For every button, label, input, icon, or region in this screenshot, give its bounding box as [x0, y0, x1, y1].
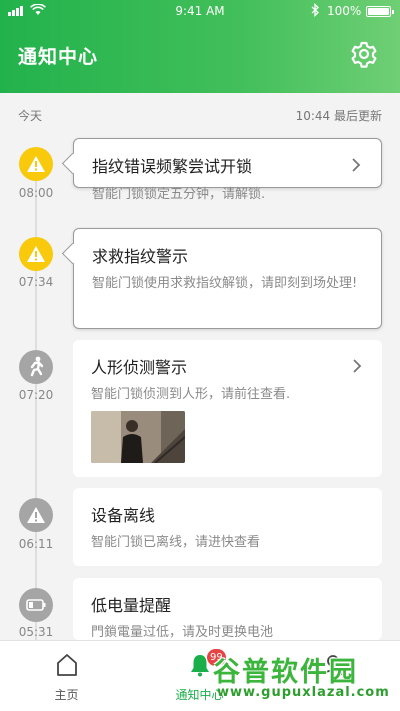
notification-time: 07:34 [18, 275, 54, 289]
warning-icon [19, 237, 53, 271]
notification-card[interactable]: 指纹错误频繁尝试开锁 智能门锁锁定五分钟，请解锁. [73, 138, 382, 202]
notification-desc: 智能门锁侦测到人形，请前往查看. [91, 387, 291, 402]
notification-title: 指纹错误频繁尝试开锁 [92, 157, 253, 176]
watermark-logo: 谷普软件园 [213, 657, 358, 688]
page-title: 通知中心 [18, 46, 99, 68]
watermark-url: www.gupuxlazal.com [217, 685, 390, 700]
gear-icon[interactable] [350, 40, 378, 68]
notification-desc: 智能门锁已离线，请进快查看 [91, 535, 261, 550]
warning-icon [19, 498, 53, 532]
battery-percent: 100% [327, 4, 362, 18]
section-label: 今天 [18, 109, 43, 123]
notification-card[interactable]: 求救指纹警示 智能门锁使用求救指纹解锁，请即刻到场处理! [73, 228, 382, 329]
notification-time: 05:31 [18, 625, 54, 639]
notification-card[interactable]: 低电量提醒 門鎖電量过低，请及时更换电池 [73, 578, 382, 640]
notification-time: 07:20 [18, 388, 54, 402]
notification-desc: 智能门锁使用求救指纹解锁，请即刻到场处理! [92, 276, 358, 291]
warning-icon [19, 147, 53, 181]
notification-card[interactable]: 设备离线 智能门锁已离线，请进快查看 [73, 488, 382, 566]
notification-title: 低电量提醒 [91, 596, 172, 615]
chevron-right-icon[interactable] [351, 157, 361, 173]
notification-card[interactable]: 人形侦测警示 智能门锁侦测到人形，请前往查看. [73, 340, 382, 477]
notification-title: 设备离线 [91, 506, 156, 525]
notification-title: 人形侦测警示 [91, 358, 188, 377]
tab-home[interactable]: 主页 [0, 641, 133, 711]
battery-low-icon [19, 588, 53, 622]
battery-icon [366, 6, 394, 17]
status-bar: 9:41 AM 100% [0, 0, 400, 22]
app-header: 9:41 AM 100% 通知中心 [0, 0, 400, 93]
notification-title: 求救指纹警示 [92, 247, 189, 266]
notification-time: 06:11 [18, 537, 54, 551]
home-icon [56, 654, 77, 676]
tab-label: 主页 [54, 688, 79, 702]
bluetooth-icon [311, 3, 319, 17]
snapshot-image[interactable] [91, 411, 185, 463]
person-walking-icon [19, 350, 53, 384]
last-updated: 10:44 最后更新 [295, 109, 382, 123]
chevron-right-icon[interactable] [352, 358, 362, 374]
watermark: 谷普软件园 www.gupuxlazal.com [205, 648, 400, 711]
notification-time: 08:00 [18, 186, 54, 200]
notification-desc: 智能门锁锁定五分钟，请解锁. [92, 187, 266, 202]
